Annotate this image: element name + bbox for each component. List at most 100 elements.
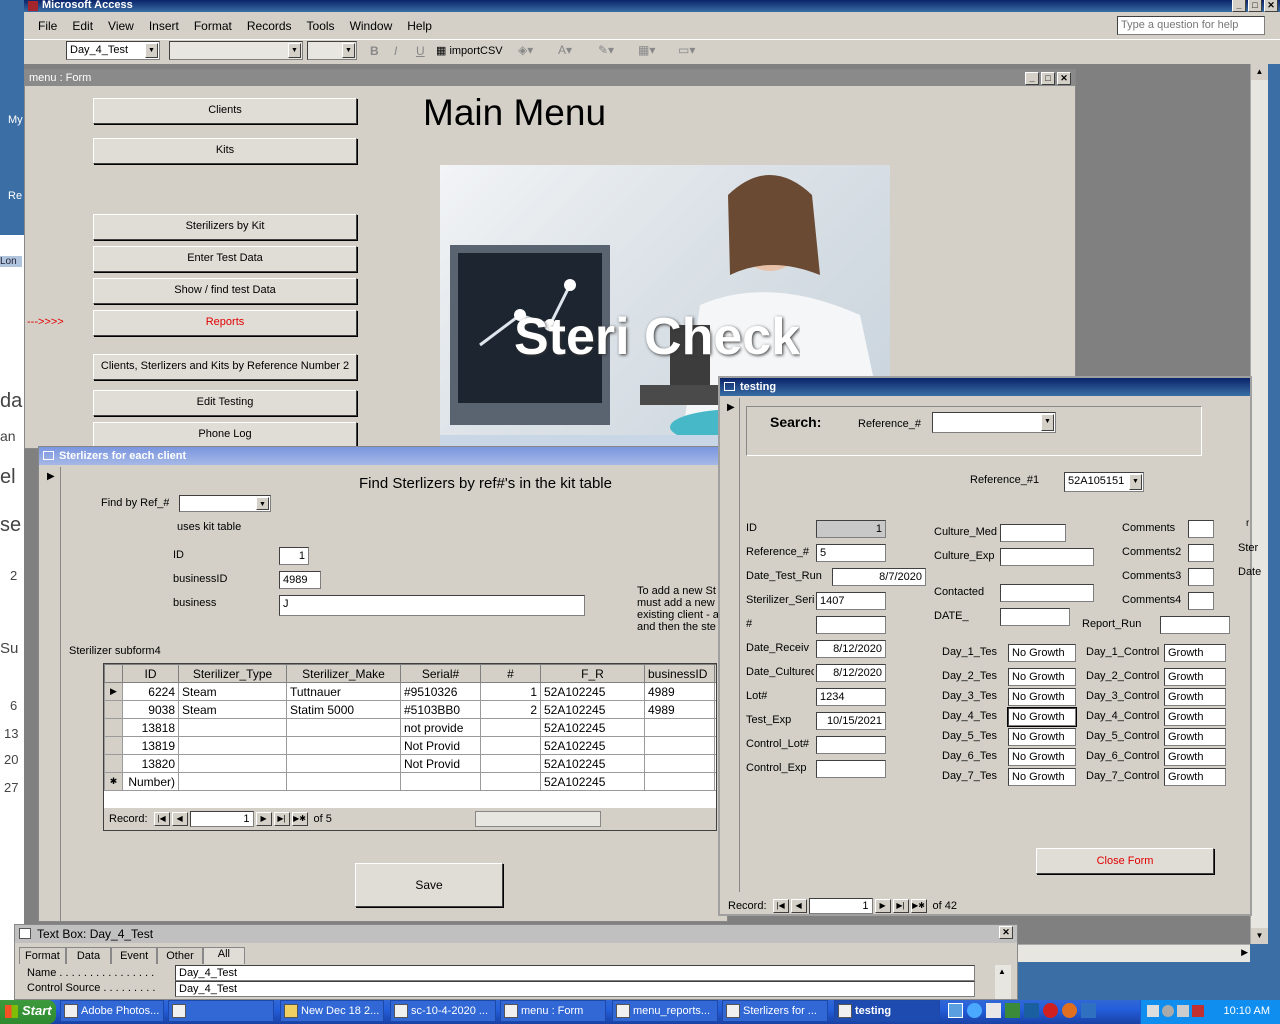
cell[interactable] xyxy=(644,718,715,737)
cell[interactable]: 52A102245 xyxy=(540,772,645,791)
horizontal-scrollbar[interactable]: ▶ xyxy=(1018,944,1250,962)
comments3-field[interactable] xyxy=(1188,568,1214,586)
day5-test-field[interactable]: No Growth xyxy=(1008,728,1076,746)
subform-hscroll[interactable] xyxy=(475,811,601,827)
first-record-icon[interactable]: |◀ xyxy=(772,899,789,913)
taskbar-item-folder[interactable]: New Dec 18 2... xyxy=(280,1000,384,1022)
fill-color-icon[interactable]: ◈▾ xyxy=(518,43,533,57)
menu-view[interactable]: View xyxy=(108,19,134,33)
cell[interactable] xyxy=(178,736,287,755)
prev-record-icon[interactable]: ◀ xyxy=(790,899,807,913)
day7-control-field[interactable]: Growth xyxy=(1164,768,1226,786)
cell[interactable] xyxy=(644,772,715,791)
col-number[interactable]: # xyxy=(480,664,541,683)
bold-icon[interactable]: B xyxy=(370,44,379,58)
reference1-combo[interactable]: 52A105151 ▼ xyxy=(1064,472,1144,492)
culture-exp-field[interactable] xyxy=(1000,548,1094,566)
day1-control-field[interactable]: Growth xyxy=(1164,644,1226,662)
cell[interactable]: Statim 5000 xyxy=(286,700,401,719)
day2-test-field[interactable]: No Growth xyxy=(1008,668,1076,686)
id-field[interactable]: 1 xyxy=(816,520,886,538)
font-combo[interactable]: ▼ xyxy=(169,41,303,60)
col-id[interactable]: ID xyxy=(122,664,179,683)
reference-search-combo[interactable]: ▼ xyxy=(932,412,1056,433)
cell[interactable] xyxy=(178,772,287,791)
cell[interactable]: #9510326 xyxy=(400,682,481,701)
gear-icon[interactable] xyxy=(1162,1005,1174,1017)
object-combo[interactable]: Day_4_Test ▼ xyxy=(66,41,160,60)
gridlines-icon[interactable]: ▦▾ xyxy=(638,43,655,57)
contacted-field[interactable] xyxy=(1000,584,1094,602)
scroll-right-icon[interactable]: ▶ xyxy=(1241,947,1248,958)
italic-icon[interactable]: I xyxy=(394,44,397,58)
show-find-test-data-button[interactable]: Show / find test Data xyxy=(93,278,357,304)
cell[interactable] xyxy=(480,736,541,755)
phone-log-button[interactable]: Phone Log xyxy=(93,422,357,448)
taskbar-item-browser[interactable] xyxy=(168,1000,274,1022)
new-record-nav-icon[interactable]: ▶✱ xyxy=(291,812,308,826)
cell[interactable]: 52A102245 xyxy=(540,718,645,737)
menu-edit[interactable]: Edit xyxy=(72,19,93,33)
row-selector[interactable] xyxy=(104,718,123,737)
notepad-icon[interactable] xyxy=(986,1003,1001,1018)
comments-field[interactable] xyxy=(1188,520,1214,538)
cell[interactable]: not provide xyxy=(400,718,481,737)
firefox-icon[interactable] xyxy=(1062,1003,1077,1018)
corner-cell[interactable] xyxy=(104,664,123,683)
prop-control-source-value[interactable]: Day_4_Test xyxy=(175,981,975,997)
col-serial[interactable]: Serial# xyxy=(400,664,481,683)
table-row[interactable]: 13819 Not Provid 52A102245 xyxy=(104,736,716,755)
record-number-input[interactable]: 1 xyxy=(808,898,873,914)
table-row[interactable]: ▶ 6224 Steam Tuttnauer #9510326 1 52A102245 498… xyxy=(104,682,716,701)
cell[interactable] xyxy=(480,718,541,737)
cell[interactable] xyxy=(480,772,541,791)
table-row[interactable]: 13820 Not Provid 52A102245 xyxy=(104,754,716,773)
day2-control-field[interactable]: Growth xyxy=(1164,668,1226,686)
comments4-field[interactable] xyxy=(1188,592,1214,610)
stop-icon[interactable] xyxy=(1043,1003,1058,1018)
day4-test-field[interactable]: No Growth xyxy=(1007,707,1077,727)
sterilizer-serial-field[interactable]: 1407 xyxy=(816,592,886,610)
clients-sterilizers-kits-button[interactable]: Clients, Sterlizers and Kits by Referenc… xyxy=(93,354,357,380)
cell[interactable]: Steam xyxy=(178,700,287,719)
cell[interactable]: Not Provid xyxy=(400,736,481,755)
day7-test-field[interactable]: No Growth xyxy=(1008,768,1076,786)
minimize-icon[interactable]: _ xyxy=(1232,0,1246,12)
last-record-icon[interactable]: ▶| xyxy=(892,899,909,913)
menu-records[interactable]: Records xyxy=(247,19,292,33)
hash-field[interactable] xyxy=(816,616,886,634)
cell[interactable] xyxy=(178,754,287,773)
scroll-down-icon[interactable]: ▼ xyxy=(1251,928,1268,944)
date-field[interactable] xyxy=(1000,608,1070,626)
cell[interactable] xyxy=(286,772,401,791)
clients-button[interactable]: Clients xyxy=(93,98,357,124)
property-scrollbar[interactable]: ▲ xyxy=(995,965,1011,999)
record-selector-bar[interactable]: ▶ xyxy=(722,398,740,892)
close-icon[interactable]: ✕ xyxy=(1264,0,1278,12)
cell[interactable]: 4989 xyxy=(644,682,715,701)
day3-control-field[interactable]: Growth xyxy=(1164,688,1226,706)
reports-button[interactable]: Reports xyxy=(93,310,357,336)
size-combo[interactable]: ▼ xyxy=(307,41,357,60)
reference-num-field[interactable]: 5 xyxy=(816,544,886,562)
tab-format[interactable]: Format xyxy=(19,947,66,964)
close-icon[interactable]: ✕ xyxy=(1057,72,1071,85)
tab-data[interactable]: Data xyxy=(65,947,112,964)
id-field[interactable]: 1 xyxy=(279,547,309,565)
prop-name-value[interactable]: Day_4_Test xyxy=(175,965,975,981)
cell[interactable]: Not Provid xyxy=(400,754,481,773)
cell[interactable]: 6224 xyxy=(122,682,179,701)
business-id-field[interactable]: 4989 xyxy=(279,571,321,589)
cell[interactable] xyxy=(178,718,287,737)
cell[interactable]: 1 xyxy=(480,682,541,701)
col-sterilizer-make[interactable]: Sterilizer_Make xyxy=(286,664,401,683)
cell[interactable]: Steam xyxy=(178,682,287,701)
cell[interactable]: 13818 xyxy=(122,718,179,737)
camera-icon[interactable] xyxy=(1005,1003,1020,1018)
row-selector[interactable] xyxy=(104,700,123,719)
first-record-icon[interactable]: |◀ xyxy=(153,812,170,826)
ie-icon[interactable] xyxy=(967,1003,982,1018)
taskbar-item-photoshop[interactable]: Adobe Photos... xyxy=(60,1000,164,1022)
taskbar-item-menu-form[interactable]: menu : Form xyxy=(500,1000,606,1022)
tab-all[interactable]: All xyxy=(202,947,245,964)
